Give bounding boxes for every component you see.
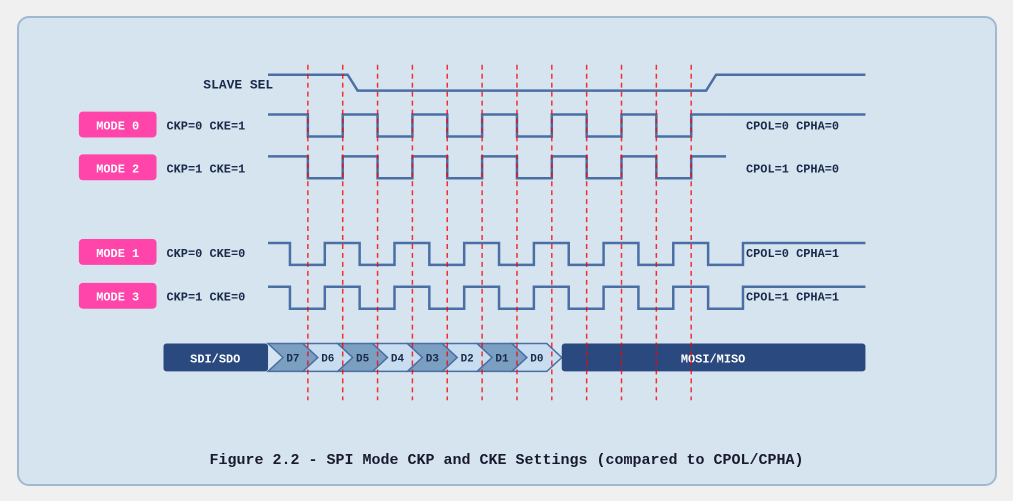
mode3-label: MODE 3 [96,290,139,304]
d6-label: D6 [321,353,334,365]
main-container: SLAVE SEL MODE 0 CKP=0 CKE=1 CPOL=0 CPHA… [17,16,997,486]
mode3-params: CKP=1 CKE=0 [166,290,245,304]
d3-label: D3 [425,353,439,365]
mode0-label: MODE 0 [96,119,139,133]
slave-sel-label: SLAVE SEL [203,77,273,92]
mode1-label: MODE 1 [96,246,139,260]
diagram-area: SLAVE SEL MODE 0 CKP=0 CKE=1 CPOL=0 CPHA… [49,38,965,444]
mode3-right: CPOL=1 CPHA=1 [745,290,838,304]
mode2-label: MODE 2 [96,162,139,176]
sdi-sdo-label: SDI/SDO [190,352,240,366]
d4-label: D4 [390,353,404,365]
mode2-params: CKP=1 CKE=1 [166,162,245,176]
mode1-right: CPOL=0 CPHA=1 [745,246,838,260]
mode0-params: CKP=0 CKE=1 [166,119,245,133]
d0-label: D0 [530,353,543,365]
d1-label: D1 [495,353,509,365]
d2-label: D2 [460,353,473,365]
d5-label: D5 [356,353,369,365]
mode1-params: CKP=0 CKE=0 [166,246,245,260]
mode0-right: CPOL=0 CPHA=0 [745,119,838,133]
figure-caption: Figure 2.2 - SPI Mode CKP and CKE Settin… [49,452,965,469]
d7-label: D7 [286,353,299,365]
mode2-right: CPOL=1 CPHA=0 [745,162,838,176]
